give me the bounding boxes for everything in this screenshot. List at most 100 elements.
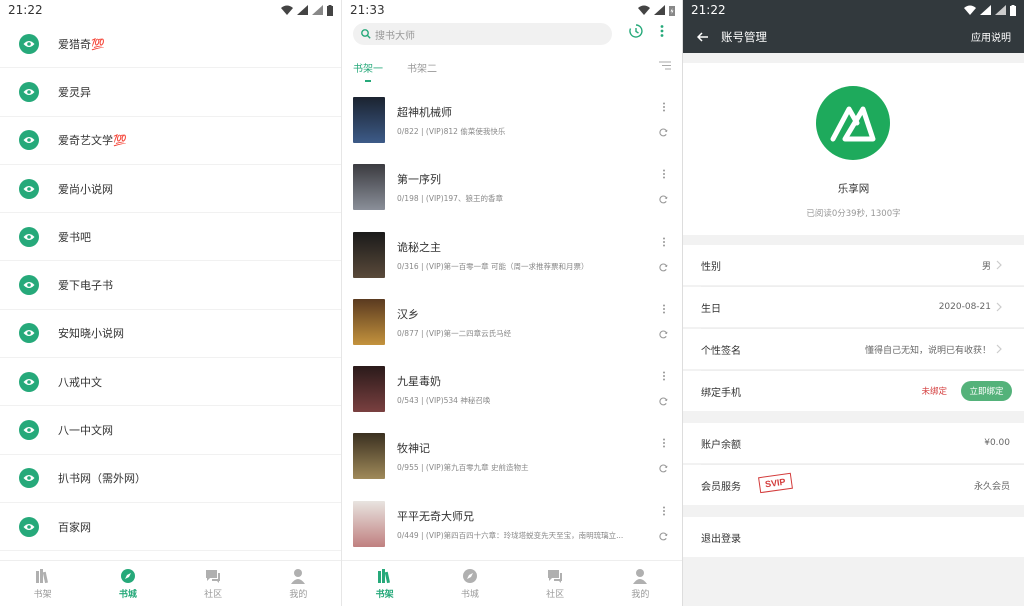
eye-icon[interactable] (19, 516, 39, 537)
list-item[interactable]: 爱奇艺文学💯 (0, 117, 341, 165)
eye-icon[interactable] (19, 468, 39, 489)
row-balance[interactable]: 账户余额 ¥0.00 (683, 423, 1024, 463)
battery-icon (327, 4, 333, 16)
bind-phone-button[interactable]: 立即绑定 (961, 381, 1012, 401)
tab-label: 我的 (631, 589, 650, 600)
tab-bookshelf[interactable]: 书架 (0, 561, 85, 606)
refresh-icon[interactable] (659, 263, 668, 272)
app-bar: 账号管理 应用说明 (683, 20, 1024, 53)
refresh-icon[interactable] (659, 195, 668, 204)
status-bar: 21:22 (0, 0, 341, 20)
row-label: 退出登录 (701, 533, 741, 545)
refresh-icon[interactable] (659, 532, 668, 541)
source-name: 安知晓小说网 (58, 327, 124, 341)
logout-button[interactable]: 退出登录 (683, 517, 1024, 557)
book-progress: 0/822 | (VIP)812 偷菜使我快乐 (397, 127, 506, 136)
tab-bookshelf[interactable]: 书架 (342, 561, 427, 606)
search-input[interactable]: 搜书大师 (353, 23, 612, 45)
bottom-tab-bar: 书架 书城 社区 我的 (342, 560, 683, 606)
eye-icon[interactable] (19, 178, 39, 199)
list-item[interactable]: 爱猎奇💯 (0, 20, 341, 69)
eye-icon[interactable] (19, 130, 39, 151)
book-item[interactable]: 九星毒奶 0/543 | (VIP)534 神秘召唤 (342, 357, 683, 424)
source-name: 爱尚小说网 (58, 182, 113, 196)
signal-icon (980, 4, 991, 15)
eye-icon[interactable] (19, 323, 39, 344)
more-vertical-icon[interactable] (662, 371, 666, 381)
status-time: 21:33 (350, 3, 385, 17)
eye-icon[interactable] (19, 275, 39, 296)
source-name: 爱下电子书 (58, 279, 113, 293)
reading-stats: 已阅读0分39秒, 1300字 (806, 209, 901, 219)
refresh-icon[interactable] (659, 128, 668, 137)
list-item[interactable]: 安知晓小说网 (0, 310, 341, 359)
book-item[interactable]: 汉乡 0/877 | (VIP)第一二四章云氏马经 (342, 290, 683, 357)
book-item[interactable]: 第一序列 0/198 | (VIP)197、狼王的香章 (342, 155, 683, 222)
book-progress: 0/955 | (VIP)第九百零九章 史前造物主 (397, 463, 529, 473)
eye-icon[interactable] (19, 226, 39, 247)
eye-icon[interactable] (19, 420, 39, 441)
tab-bookstore[interactable]: 书城 (85, 561, 170, 606)
sort-icon[interactable] (659, 61, 671, 70)
eye-icon[interactable] (19, 81, 39, 102)
history-icon[interactable] (629, 24, 643, 38)
row-birthday[interactable]: 生日 2020-08-21 (683, 287, 1024, 327)
person-icon (291, 568, 306, 584)
app-logo (816, 86, 890, 160)
row-membership[interactable]: 会员服务 SVIP 永久会员 (683, 465, 1024, 505)
book-item[interactable]: 诡秘之主 0/316 | (VIP)第一百零一章 可能（周一求推荐票和月票） (342, 223, 683, 290)
tab-shelf-1[interactable]: 书架一 (353, 60, 396, 82)
wifi-icon (964, 5, 976, 15)
row-label: 会员服务 (701, 481, 741, 493)
more-vertical-icon[interactable] (662, 304, 666, 314)
tab-mine[interactable]: 我的 (598, 561, 683, 606)
row-label: 绑定手机 (701, 387, 741, 399)
more-vertical-icon[interactable] (660, 24, 664, 38)
help-link[interactable]: 应用说明 (971, 29, 1011, 44)
tab-bookstore[interactable]: 书城 (427, 561, 512, 606)
tab-community[interactable]: 社区 (171, 561, 256, 606)
chat-icon (548, 569, 563, 583)
status-time: 21:22 (8, 3, 43, 17)
tab-shelf-2[interactable]: 书架二 (407, 60, 450, 75)
book-item[interactable]: 平平无奇大师兄 0/449 | (VIP)第四百四十六章：玲珑塔蜕变先天至宝，南明… (342, 492, 683, 554)
row-value: 懂得自己无知，说明已有收获！ (864, 345, 991, 356)
more-vertical-icon[interactable] (662, 169, 666, 179)
book-item[interactable]: 牧神记 0/955 | (VIP)第九百零九章 史前造物主 (342, 424, 683, 491)
more-vertical-icon[interactable] (662, 102, 666, 112)
more-vertical-icon[interactable] (662, 237, 666, 247)
source-name: 爱灵异 (58, 85, 91, 99)
tab-mine[interactable]: 我的 (256, 561, 341, 606)
more-vertical-icon[interactable] (662, 438, 666, 448)
tab-label: 我的 (289, 589, 308, 600)
eye-icon[interactable] (19, 371, 39, 392)
more-vertical-icon[interactable] (662, 506, 666, 516)
book-cover (353, 97, 385, 143)
triangle-logo-icon (830, 106, 876, 142)
refresh-icon[interactable] (659, 464, 668, 473)
list-item[interactable]: 爱灵异 (0, 68, 341, 117)
list-item[interactable]: 八戒中文 (0, 358, 341, 407)
source-name: 百家网 (58, 520, 91, 534)
tab-label: 社区 (204, 589, 223, 600)
list-item[interactable]: 爱书吧 (0, 213, 341, 262)
list-item[interactable]: 百家网 (0, 503, 341, 552)
list-item[interactable]: 爱尚小说网 (0, 165, 341, 214)
back-arrow-icon[interactable] (697, 31, 709, 42)
row-gender[interactable]: 性别 男 (683, 245, 1024, 285)
tab-community[interactable]: 社区 (513, 561, 598, 606)
list-item[interactable]: 扒书网（需外网） (0, 455, 341, 503)
refresh-icon[interactable] (659, 397, 668, 406)
list-item[interactable]: 八一中文网 (0, 406, 341, 455)
eye-icon[interactable] (19, 33, 39, 54)
refresh-icon[interactable] (659, 330, 668, 339)
row-signature[interactable]: 个性签名 懂得自己无知，说明已有收获！ (683, 329, 1024, 369)
book-title: 第一序列 (397, 173, 441, 187)
list-item[interactable]: 爱下电子书 (0, 261, 341, 310)
row-label: 个性签名 (701, 345, 741, 357)
row-value: 男 (981, 261, 991, 272)
status-bar: 21:22 (683, 0, 1024, 20)
book-cover (353, 298, 385, 345)
profile-name: 乐享网 (837, 183, 870, 195)
book-item[interactable]: 超神机械师 0/822 | (VIP)812 偷菜使我快乐 (342, 88, 683, 155)
